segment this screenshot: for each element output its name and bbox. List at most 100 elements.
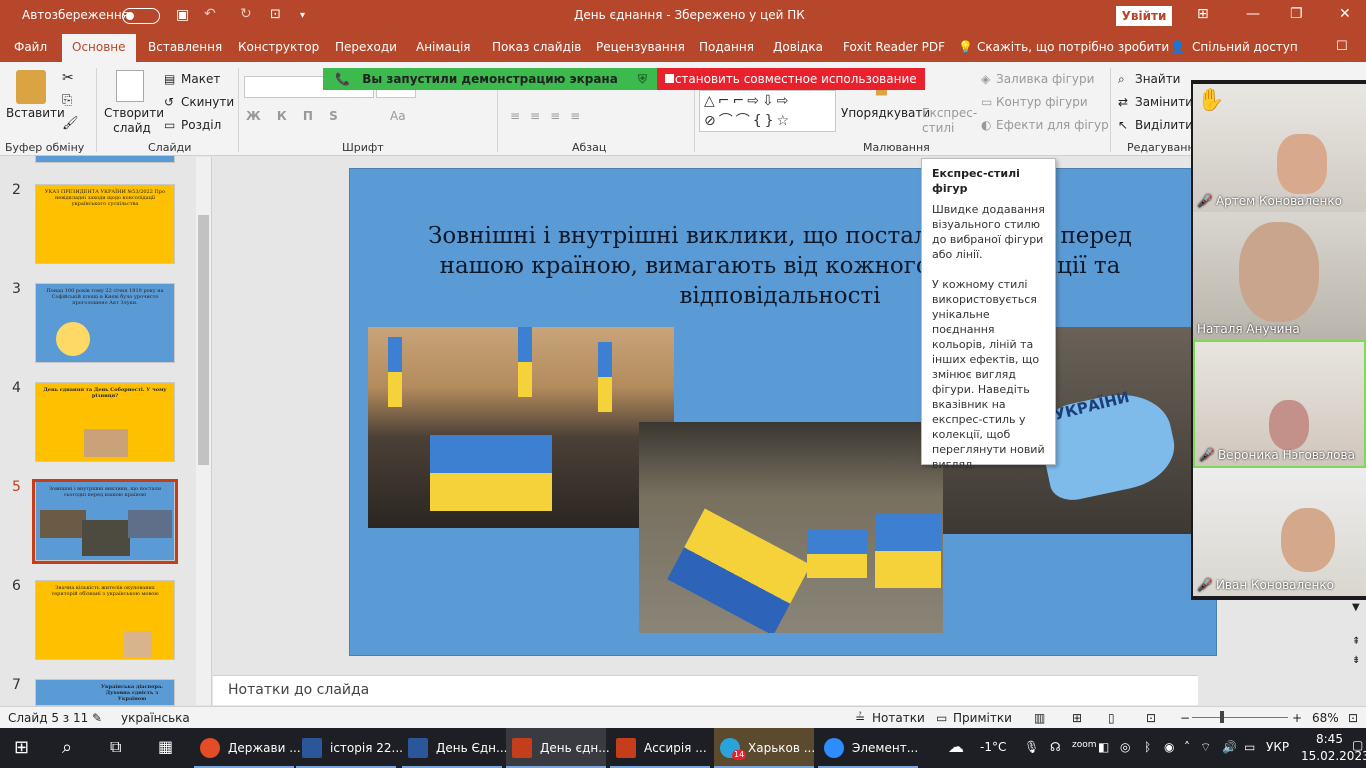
quick-styles-button[interactable]: Експрес-стилі (922, 106, 977, 136)
stop-sharing-button[interactable]: Остановить совместное использование (657, 68, 925, 90)
tab-home[interactable]: Основне (62, 34, 136, 62)
copy-icon[interactable]: ⎘ (62, 93, 72, 108)
tab-transitions[interactable]: Переходи (335, 40, 397, 54)
volume-icon[interactable]: 🔊 (1222, 740, 1237, 754)
panel-scrollbar[interactable] (196, 157, 211, 705)
app-tray-icon[interactable]: ◉ (1164, 740, 1174, 754)
app-tray-icon[interactable]: ◎ (1120, 740, 1130, 754)
zoom-level[interactable]: 68% (1312, 711, 1339, 725)
video-tile[interactable]: ✋ 🎤̸ Артем Коноваленко (1193, 84, 1366, 212)
slide-thumb-3[interactable]: Понад 100 років тому 22 січня 1919 року … (35, 283, 175, 363)
slide-sorter-icon[interactable]: ⊞ (1072, 711, 1082, 725)
windows-start-icon[interactable]: ⊞ (14, 737, 29, 758)
video-tile-active-speaker[interactable]: 🎤̸ Вероника Нэговэлова (1193, 340, 1366, 468)
video-tile[interactable]: 🎤̸ Иван Коноваленко (1193, 468, 1366, 596)
taskbar-item[interactable]: Элемент... (818, 728, 918, 768)
autosave-toggle[interactable] (122, 8, 160, 24)
slide-thumb-4[interactable]: День єднання та День Соборності. У чому … (35, 382, 175, 462)
taskbar-item[interactable]: Держави ... (194, 728, 301, 768)
slide-thumb-7[interactable]: Українська діаспора. Духовна єдність з У… (35, 679, 175, 706)
zoom-out-icon[interactable]: − (1180, 711, 1190, 725)
taskbar-item[interactable]: історія 22... (296, 728, 403, 768)
comments-toggle[interactable]: Примітки (953, 711, 1012, 725)
select-button[interactable]: Виділити (1135, 118, 1193, 132)
new-slide-icon[interactable] (116, 70, 144, 102)
maximize-icon[interactable]: ❐ (1290, 6, 1303, 22)
comments-icon[interactable]: ☐ (1336, 39, 1348, 54)
battery-icon[interactable]: ▭ (1244, 740, 1255, 754)
font-style-buttons[interactable]: Ж К П S (246, 109, 344, 123)
replace-button[interactable]: Замінити (1135, 95, 1193, 109)
format-painter-icon[interactable]: 🖌 (62, 116, 79, 131)
photo-officials-with-flag[interactable] (368, 327, 674, 528)
weather-icon[interactable]: ☁ (948, 737, 964, 756)
shape-fill-button[interactable]: Заливка фігури (996, 72, 1094, 86)
font-case-button[interactable]: Аа (390, 109, 406, 123)
taskbar-item[interactable]: Ассирія ... (610, 728, 710, 768)
task-view-icon[interactable]: ⧉ (110, 737, 121, 757)
tell-me-search[interactable]: Скажіть, що потрібно зробити (977, 40, 1169, 54)
bluetooth-icon[interactable]: ᛒ (1144, 740, 1151, 754)
notification-center-icon[interactable]: ▢ (1352, 738, 1363, 752)
scrollbar-thumb[interactable] (198, 215, 209, 465)
zoom-in-icon[interactable]: + (1292, 711, 1302, 725)
paste-button[interactable]: Вставити (6, 106, 65, 120)
taskbar-item-active[interactable]: День єдн... (506, 728, 610, 768)
input-language[interactable]: УКР (1266, 740, 1289, 754)
video-tile[interactable]: Наталя Анучина (1193, 212, 1366, 340)
spellcheck-icon[interactable]: ✎ (92, 711, 102, 725)
scroll-down-icon[interactable]: ▼ (1352, 602, 1360, 613)
notes-toggle[interactable]: Нотатки (872, 711, 925, 725)
clock-time[interactable]: 8:45 (1316, 732, 1343, 746)
prev-slide-icon[interactable]: ⇞ (1352, 636, 1360, 647)
zoom-slider[interactable] (1192, 717, 1288, 718)
layout-button[interactable]: Макет (181, 72, 220, 86)
shape-effects-button[interactable]: Ефекти для фігур (996, 118, 1109, 132)
slide-thumb-1[interactable] (35, 155, 175, 163)
slide-thumb-6[interactable]: Значна кількість жителів окупованих тери… (35, 580, 175, 660)
shape-outline-button[interactable]: Контур фігури (996, 95, 1088, 109)
tab-animations[interactable]: Анімація (416, 40, 471, 54)
arrange-button[interactable]: Упорядкувати (841, 106, 930, 120)
tab-slideshow[interactable]: Показ слайдів (492, 40, 581, 54)
reset-button[interactable]: Скинути (181, 95, 234, 109)
reading-view-icon[interactable]: ▯ (1108, 711, 1115, 725)
taskbar-item[interactable]: День Єдн... (402, 728, 507, 768)
from-beginning-icon[interactable]: ⊡ (270, 7, 281, 22)
slideshow-view-icon[interactable]: ⊡ (1146, 711, 1156, 725)
zoom-slider-thumb[interactable] (1220, 711, 1224, 723)
save-icon[interactable]: ▣ (176, 7, 189, 23)
taskbar-item[interactable]: Харьков ... 14 (714, 728, 815, 768)
section-button[interactable]: Розділ (181, 118, 221, 132)
search-icon[interactable]: ⌕ (62, 737, 72, 758)
tab-design[interactable]: Конструктор (238, 40, 319, 54)
shapes-gallery[interactable]: △⌐⌐⇨⇩⇨ ⊘⌒⌒{}☆ (699, 90, 836, 132)
weather-temp[interactable]: -1°C (980, 740, 1006, 754)
wifi-icon[interactable]: ⌔ (1200, 740, 1211, 755)
photo-crowd-with-flags[interactable] (639, 422, 943, 633)
cut-icon[interactable]: ✂ (62, 70, 74, 86)
customize-qat-icon[interactable]: ▾ (300, 10, 305, 21)
mic-icon[interactable]: 🎙 (1024, 740, 1039, 754)
login-button[interactable]: Увійти (1116, 6, 1172, 26)
share-button[interactable]: Спільний доступ (1192, 40, 1298, 54)
fit-slide-icon[interactable]: ⊡ (1348, 711, 1358, 725)
normal-view-icon[interactable]: ▥ (1034, 711, 1045, 725)
tab-view[interactable]: Подання (699, 40, 754, 54)
app-tray-icon[interactable]: ◧ (1098, 740, 1109, 754)
redo-icon[interactable]: ↻ (240, 6, 252, 22)
calculator-icon[interactable]: ▦ (158, 737, 173, 756)
paste-icon[interactable] (16, 70, 46, 104)
tab-file[interactable]: Файл (14, 40, 47, 54)
find-button[interactable]: Знайти (1135, 72, 1180, 86)
zoom-tray-icon[interactable]: zoom (1072, 740, 1097, 750)
undo-icon[interactable]: ↶ (204, 6, 216, 22)
show-hidden-icon[interactable]: ˄ (1184, 740, 1190, 754)
new-slide-button[interactable]: Створити слайд (104, 106, 164, 136)
close-icon[interactable]: ✕ (1339, 6, 1351, 22)
next-slide-icon[interactable]: ⇟ (1352, 655, 1360, 666)
tab-insert[interactable]: Вставлення (148, 40, 222, 54)
language-indicator[interactable]: українська (121, 711, 190, 725)
minimize-icon[interactable]: — (1246, 6, 1260, 22)
tab-foxit[interactable]: Foxit Reader PDF (843, 40, 945, 54)
